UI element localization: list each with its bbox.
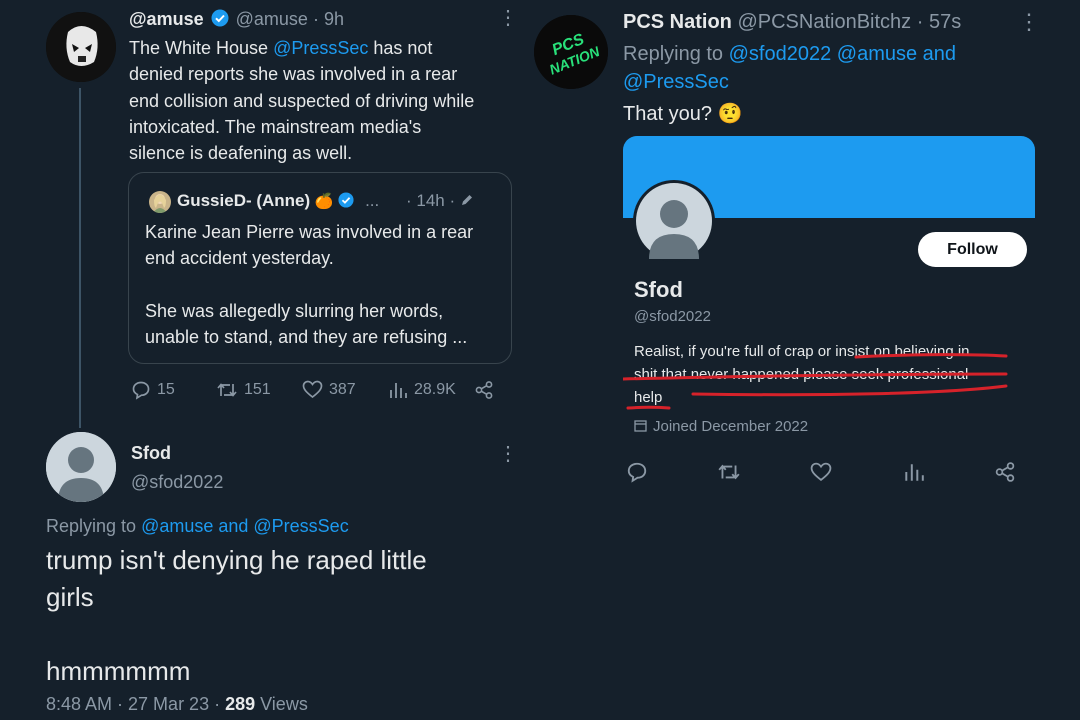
replying-to-label: Replying to <box>46 516 142 536</box>
tweet2-handle[interactable]: @sfod2022 <box>131 472 223 493</box>
tweet1-text: The White House @PressSec has not denied… <box>129 35 519 166</box>
tweet1-text-line: end collision and suspected of driving w… <box>129 90 475 111</box>
tweet1-text-segment: has not <box>368 38 433 58</box>
quote-text-line: end accident yesterday. <box>145 248 334 269</box>
reply-count: 15 <box>157 381 175 398</box>
like-count: 387 <box>329 380 356 398</box>
tweet1-header: @amuse @amuse · 9h <box>129 9 344 32</box>
profile-bio-line: Realist, if you're full of crap or insis… <box>634 343 970 360</box>
tweet1-time[interactable]: · 9h <box>313 9 344 29</box>
profile-screenshot-card: Follow Sfod @sfod2022 Realist, if you're… <box>623 136 1035 446</box>
tweet1-more-icon[interactable]: ⋮ <box>498 8 518 28</box>
replying-to-label: Replying to <box>623 43 729 65</box>
analytics-icon <box>905 464 924 481</box>
tweet1-text-line: silence is deafening as well. <box>129 143 353 164</box>
reply-icon <box>132 381 150 400</box>
profile-bio: Realist, if you're full of crap or insis… <box>634 340 1034 409</box>
verified-badge-icon <box>211 9 229 32</box>
reply-button[interactable]: 15 <box>131 380 175 400</box>
quote-time: · 14h · <box>405 191 456 210</box>
tweet1-display-name[interactable]: @amuse <box>129 9 204 29</box>
tweet1-text-segment: The White House <box>129 38 274 58</box>
tweet2-text-line: hmmmmmm <box>46 656 191 686</box>
profile-handle: @sfod2022 <box>634 308 711 325</box>
default-profile-icon <box>46 432 116 502</box>
quote-text-line: unable to stand, and they are refusing .… <box>145 326 468 347</box>
tweet1-text-line: denied reports she was involved in a rea… <box>129 64 458 85</box>
tweet2-more-icon[interactable]: ⋮ <box>498 444 518 464</box>
pcs-nation-avatar[interactable]: PCS NATION <box>534 15 608 89</box>
like-button[interactable]: 387 <box>302 380 356 399</box>
default-profile-icon <box>636 183 712 259</box>
presssec-mention-link[interactable]: @PressSec <box>273 38 368 58</box>
quote-author-avatar <box>149 191 171 213</box>
views-button[interactable]: 28.9K <box>388 380 456 400</box>
right-tweet: PCS NATION PCS Nation @PCSNationBitchz ·… <box>534 0 1080 720</box>
pcs-header: PCS Nation @PCSNationBitchz · 57s <box>623 11 961 34</box>
quote-display-name: GussieD- (Anne) <box>177 191 311 210</box>
share-icon <box>475 381 493 399</box>
tweet2-timestamp[interactable]: 8:48 AM · 27 Mar 23 · <box>46 694 225 714</box>
reply-button[interactable] <box>626 461 648 483</box>
tweet1-handle[interactable]: @amuse <box>236 9 308 29</box>
views-button[interactable] <box>903 461 925 483</box>
pcs-text: That you? 🤨 <box>623 101 742 126</box>
share-button[interactable] <box>474 380 494 400</box>
thread-connector-line <box>79 88 81 428</box>
follow-button[interactable]: Follow <box>918 232 1027 267</box>
tweet1-text-line: intoxicated. The mainstream media's <box>129 116 422 137</box>
tweet2-replying-to: Replying to @amuse and @PressSec <box>46 516 349 537</box>
quote-text-line: Karine Jean Pierre was involved in a rea… <box>145 222 474 242</box>
share-button[interactable] <box>994 461 1016 483</box>
pcs-replying-to: Replying to @sfod2022 @amuse and @PressS… <box>623 40 956 96</box>
share-icon <box>995 462 1015 482</box>
retweet-icon <box>718 464 740 480</box>
retweet-button[interactable]: 151 <box>216 380 271 400</box>
tweet2-text: trump isn't denying he raped little girl… <box>46 542 427 690</box>
tweet2-text-line: girls <box>46 582 94 612</box>
profile-bio-line: shit that never happened please seek pro… <box>634 366 969 383</box>
stormtrooper-icon <box>46 12 116 82</box>
tweet2-views-label: Views <box>255 694 308 714</box>
retweet-count: 151 <box>244 381 271 398</box>
pcs-handle[interactable]: @PCSNationBitchz · 57s <box>737 11 961 33</box>
tweet2-text-line: trump isn't denying he raped little <box>46 545 427 575</box>
orange-emoji: 🍊 <box>314 193 334 210</box>
view-count: 28.9K <box>414 381 456 398</box>
pcs-text-body: That you? <box>623 103 712 125</box>
like-button[interactable] <box>810 462 832 482</box>
sfod-avatar[interactable] <box>46 432 116 502</box>
pcs-display-name[interactable]: PCS Nation <box>623 11 732 33</box>
tweet2-view-count: 289 <box>225 694 256 714</box>
retweet-icon <box>217 383 237 397</box>
amuse-avatar[interactable] <box>46 12 116 82</box>
quoted-tweet-card[interactable]: GussieD- (Anne) 🍊 ... · 14h · Karine Jea… <box>128 172 512 364</box>
pcs-nation-logo-icon: PCS NATION <box>534 15 608 89</box>
profile-joined: Joined December 2022 <box>634 418 808 436</box>
quote-ellipsis: ... <box>365 191 380 210</box>
heart-icon <box>302 380 323 399</box>
verified-badge-icon <box>338 192 354 213</box>
retweet-button[interactable] <box>717 461 741 483</box>
profile-avatar <box>633 180 715 262</box>
tweet2-display-name[interactable]: Sfod <box>131 443 171 464</box>
left-thread: @amuse @amuse · 9h ⋮ The White House @Pr… <box>0 0 530 720</box>
raised-eyebrow-emoji: 🤨 <box>717 103 743 125</box>
calendar-icon <box>634 419 647 436</box>
edit-pencil-icon <box>460 192 474 212</box>
profile-bio-line: help <box>634 389 663 406</box>
quote-header: GussieD- (Anne) 🍊 ... · 14h · <box>177 191 474 213</box>
quote-text: Karine Jean Pierre was involved in a rea… <box>145 219 505 350</box>
replying-to-links[interactable]: @amuse and @PressSec <box>141 516 349 536</box>
replying-to-links[interactable]: @sfod2022 @amuse and <box>729 43 956 65</box>
heart-icon <box>810 462 832 481</box>
profile-joined-text: Joined December 2022 <box>653 418 809 435</box>
reply-icon <box>627 462 647 483</box>
quote-text-line: She was allegedly slurring her words, <box>145 300 444 321</box>
analytics-icon <box>390 383 407 398</box>
replying-to-links[interactable]: @PressSec <box>623 68 956 96</box>
pcs-more-icon[interactable]: ⋮ <box>1018 11 1040 33</box>
tweet2-meta: 8:48 AM · 27 Mar 23 · 289 Views <box>46 694 308 715</box>
profile-name: Sfod <box>634 277 683 302</box>
